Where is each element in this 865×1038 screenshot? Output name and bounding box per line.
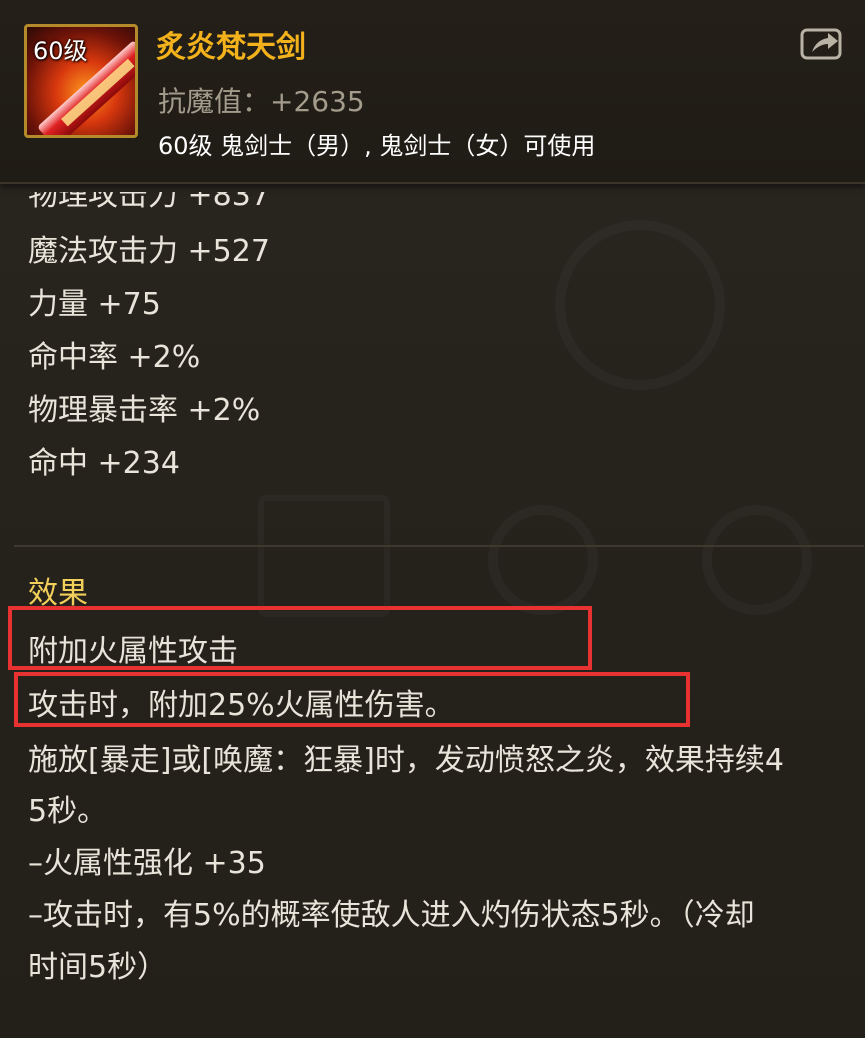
share-icon [800, 28, 842, 60]
stat-line: 物理暴击率 +2% [28, 393, 261, 428]
effect-line: 施放[暴走]或[唤魔：狂暴]时，发动愤怒之炎，效果持续4 [28, 743, 784, 778]
stat-line: 命中率 +2% [28, 340, 201, 375]
item-usable-classes: 60级 鬼剑士（男）, 鬼剑士（女）可使用 [158, 132, 596, 160]
effect-line: –攻击时，有5%的概率使敌人进入灼伤状态5秒。（冷却 [28, 898, 755, 933]
effect-line: 5秒。 [28, 794, 108, 829]
effect-line: –火属性强化 +35 [28, 846, 266, 881]
effect-line: 附加火属性攻击 [28, 634, 238, 669]
background-ghost-circle [555, 220, 725, 390]
stat-line: 命中 +234 [28, 446, 180, 481]
sword-edge-glow [61, 58, 135, 127]
share-button[interactable] [800, 26, 844, 62]
background-ghost-circle [702, 505, 812, 615]
effect-line: 攻击时，附加25%火属性伤害。 [28, 688, 455, 723]
background-ghost-slot [258, 495, 390, 617]
item-resist-value: 抗魔值：+2635 [158, 85, 365, 118]
item-name: 炙炎梵天剑 [156, 30, 306, 65]
background-ghost-circle [488, 505, 598, 615]
item-tooltip: 60级 炙炎梵天剑 抗魔值：+2635 60级 鬼剑士（男）, 鬼剑士（女）可使… [0, 0, 865, 1038]
stat-line: 魔法攻击力 +527 [28, 234, 270, 269]
item-level-badge: 60级 [33, 37, 88, 65]
section-divider [14, 545, 864, 547]
stat-line: 力量 +75 [28, 287, 161, 322]
effect-line: 时间5秒） [28, 950, 168, 985]
item-header: 60级 炙炎梵天剑 抗魔值：+2635 60级 鬼剑士（男）, 鬼剑士（女）可使… [0, 0, 865, 184]
item-icon[interactable]: 60级 [24, 24, 138, 138]
